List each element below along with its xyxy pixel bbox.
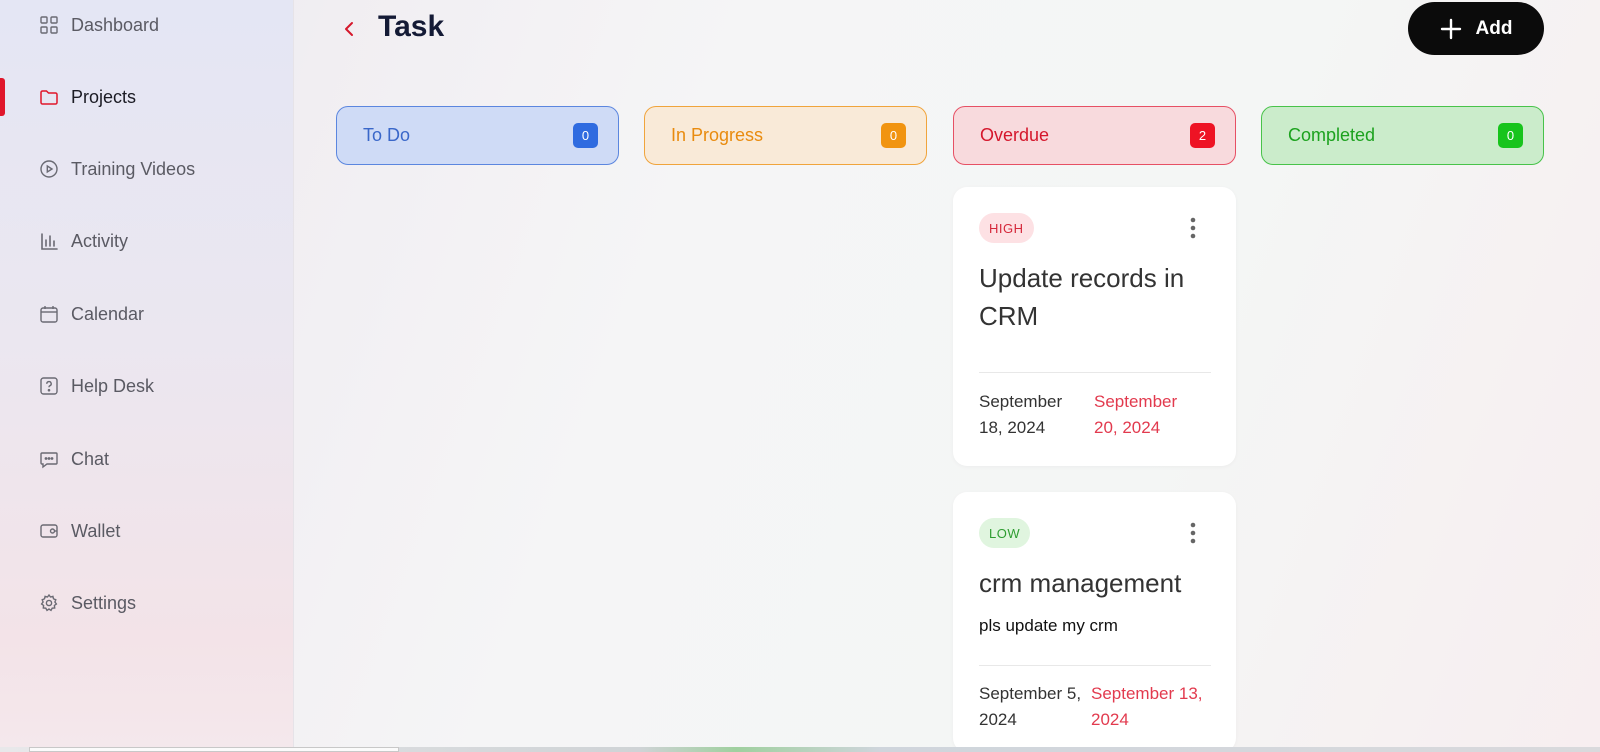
priority-badge: LOW — [979, 518, 1031, 548]
column-count-badge: 0 — [1498, 123, 1523, 148]
task-card[interactable]: LOW crm management pls update my crm Sep… — [953, 492, 1236, 752]
help-square-icon — [39, 376, 59, 396]
sidebar-item-label: Training Videos — [71, 158, 196, 179]
task-title: Update records in CRM — [979, 263, 1185, 331]
gear-icon — [39, 593, 59, 613]
sidebar-item-help-desk[interactable]: Help Desk — [0, 364, 294, 408]
column-overdue[interactable]: Overdue 2 — [953, 106, 1236, 165]
card-divider — [979, 665, 1211, 666]
column-completed[interactable]: Completed 0 — [1261, 106, 1544, 165]
folder-icon — [39, 87, 59, 107]
sidebar-item-projects[interactable]: Projects — [0, 75, 294, 119]
sidebar-item-label: Activity — [71, 230, 129, 251]
sidebar-item-activity[interactable]: Activity — [0, 219, 294, 263]
play-circle-icon — [39, 159, 59, 179]
column-name: Completed — [1288, 125, 1376, 145]
column-name: Overdue — [980, 125, 1050, 145]
start-date: September 18, 2024 — [979, 392, 1063, 437]
due-date: September 13, 2024 — [1091, 684, 1203, 729]
column-todo[interactable]: To Do 0 — [336, 106, 619, 165]
taskbar-window — [29, 747, 399, 752]
column-name: To Do — [363, 125, 411, 145]
sidebar-item-wallet[interactable]: Wallet — [0, 509, 294, 553]
card-menu-button[interactable] — [1181, 518, 1205, 548]
task-title: crm management — [979, 568, 1182, 598]
back-button[interactable] — [338, 16, 360, 42]
chevron-left-icon — [345, 22, 353, 36]
start-date: September 5, 2024 — [979, 684, 1082, 729]
chat-bubble-icon — [39, 449, 59, 469]
card-divider — [979, 372, 1211, 373]
plus-icon — [1440, 18, 1461, 39]
column-count-badge: 2 — [1190, 123, 1215, 148]
task-description: pls update my crm — [979, 616, 1118, 635]
sidebar-item-label: Chat — [71, 448, 110, 469]
due-date: September 20, 2024 — [1094, 392, 1178, 437]
sidebar-item-training-videos[interactable]: Training Videos — [0, 147, 294, 191]
wallet-icon — [39, 521, 59, 541]
sidebar: Dashboard Projects Training Videos Activ… — [0, 0, 294, 752]
sidebar-item-calendar[interactable]: Calendar — [0, 292, 294, 336]
page-title: Task — [378, 10, 445, 43]
add-task-button[interactable]: Add — [1408, 2, 1544, 55]
sidebar-item-label: Projects — [71, 86, 137, 107]
sidebar-item-chat[interactable]: Chat — [0, 437, 294, 481]
more-vertical-icon — [1190, 217, 1196, 239]
column-name: In Progress — [671, 125, 764, 145]
sidebar-item-label: Help Desk — [71, 375, 155, 396]
column-count-badge: 0 — [573, 123, 598, 148]
card-menu-button[interactable] — [1181, 213, 1205, 243]
more-vertical-icon — [1190, 522, 1196, 544]
sidebar-item-label: Calendar — [71, 303, 145, 324]
calendar-icon — [39, 304, 59, 324]
column-count-badge: 0 — [881, 123, 906, 148]
sidebar-item-label: Dashboard — [71, 14, 160, 35]
sidebar-item-label: Settings — [71, 592, 137, 613]
add-button-label: Add — [1475, 17, 1513, 39]
priority-badge: HIGH — [979, 213, 1034, 243]
bar-chart-icon — [39, 231, 59, 251]
task-card[interactable]: HIGH Update records in CRM September 18,… — [953, 187, 1236, 466]
sidebar-item-label: Wallet — [71, 520, 121, 541]
sidebar-item-settings[interactable]: Settings — [0, 581, 294, 625]
sidebar-item-dashboard[interactable]: Dashboard — [0, 3, 294, 47]
taskbar-strip — [0, 747, 1600, 752]
grid-icon — [39, 15, 59, 35]
column-in-progress[interactable]: In Progress 0 — [644, 106, 927, 165]
